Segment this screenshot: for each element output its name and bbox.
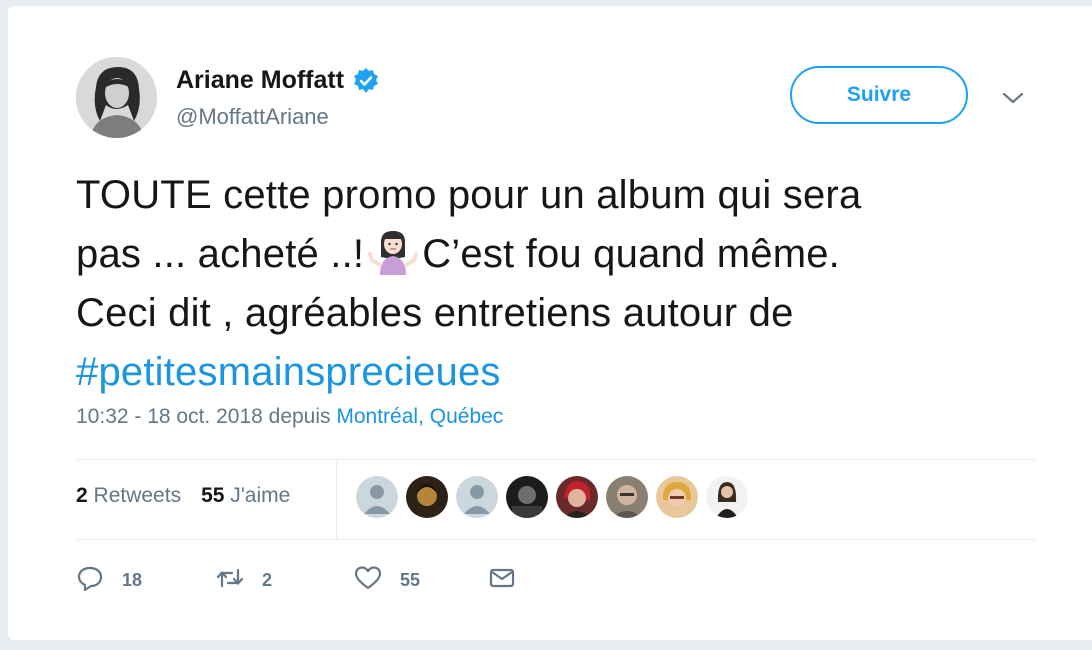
verified-badge-icon (352, 67, 380, 95)
liker-avatar[interactable] (556, 476, 598, 518)
envelope-icon (488, 564, 516, 597)
avatar[interactable] (76, 57, 157, 138)
shrug-emoji-icon (368, 227, 419, 277)
stats-divider (336, 461, 337, 539)
display-name[interactable]: Ariane Moffatt (176, 66, 380, 95)
liker-avatar[interactable] (656, 476, 698, 518)
retweet-icon (216, 564, 244, 597)
tweet-meta: 10:32 - 18 oct. 2018 depuis Montréal, Qu… (76, 405, 503, 429)
display-name-text[interactable]: Ariane Moffatt (176, 66, 344, 95)
likes-count: 55 (201, 484, 225, 507)
divider (76, 459, 1036, 460)
tweet-line-part: pas ... acheté ..! (76, 232, 365, 276)
likes-label: J'aime (230, 484, 291, 507)
liker-avatar[interactable] (456, 476, 498, 518)
tweet-line: TOUTE cette promo pour un album qui sera (76, 173, 862, 217)
chevron-down-icon[interactable] (1001, 88, 1025, 108)
tweet-actions: 18 2 55 (76, 564, 516, 597)
heart-icon (354, 564, 382, 597)
retweets-stat[interactable]: 2 Retweets (76, 484, 181, 508)
reply-count: 18 (122, 570, 143, 590)
tweet-line: Ceci dit , agréables entretiens autour d… (76, 291, 794, 335)
likers-avatars (356, 476, 748, 518)
direct-message-button[interactable] (488, 564, 516, 597)
tweet-card: Ariane Moffatt @MoffattAriane Suivre TOU… (8, 6, 1092, 640)
like-button[interactable]: 55 (354, 564, 488, 597)
liker-avatar[interactable] (406, 476, 448, 518)
user-handle[interactable]: @MoffattAriane (176, 104, 329, 130)
reply-icon (76, 564, 104, 597)
hashtag-link[interactable]: #petitesmainsprecieues (76, 343, 1036, 402)
retweet-count: 2 (262, 570, 273, 590)
tweet-stats: 2 Retweets 55 J'aime (76, 484, 290, 508)
tweet-text: TOUTE cette promo pour un album qui sera… (76, 166, 1036, 402)
location-link[interactable]: Montréal, Québec (336, 405, 503, 428)
liker-avatar[interactable] (356, 476, 398, 518)
likes-stat[interactable]: 55 J'aime (201, 484, 290, 508)
liker-avatar[interactable] (606, 476, 648, 518)
retweets-label: Retweets (93, 484, 182, 507)
reply-button[interactable]: 18 (76, 564, 216, 597)
tweet-line-part: C’est fou quand même. (422, 232, 840, 276)
like-count: 55 (400, 570, 421, 590)
liker-avatar[interactable] (706, 476, 748, 518)
tweet-line-with-emoji: pas ... acheté ..! C’est fou quand même. (76, 225, 1036, 284)
retweet-button[interactable]: 2 (216, 564, 354, 597)
timestamp[interactable]: 10:32 - 18 oct. 2018 depuis (76, 405, 331, 428)
retweets-count: 2 (76, 484, 88, 507)
follow-button[interactable]: Suivre (790, 66, 968, 124)
divider (76, 539, 1036, 540)
liker-avatar[interactable] (506, 476, 548, 518)
